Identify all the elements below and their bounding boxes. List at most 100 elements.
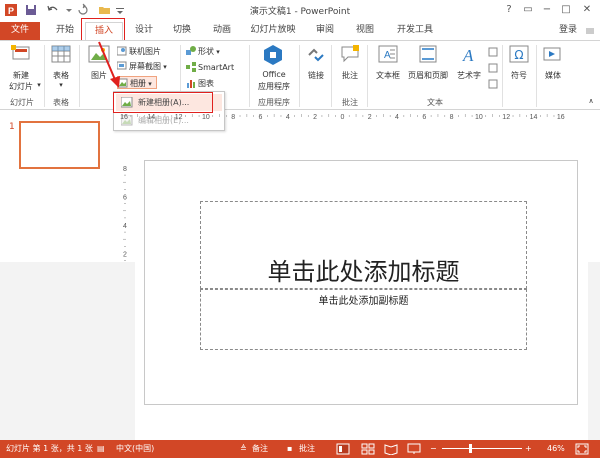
ruler-label: 8 bbox=[123, 166, 127, 173]
table-label[interactable]: 表格 bbox=[48, 70, 74, 81]
slide-canvas[interactable]: 单击此处添加标题 单击此处添加副标题 bbox=[144, 160, 578, 405]
office-apps-label-1[interactable]: Office bbox=[253, 70, 295, 79]
comments-button[interactable]: 批注 bbox=[299, 440, 315, 458]
account-icon bbox=[586, 28, 594, 34]
group-separator bbox=[79, 45, 80, 107]
zoom-in-button[interactable]: + bbox=[525, 440, 532, 458]
title-placeholder-text: 单击此处添加标题 bbox=[267, 258, 460, 286]
zoom-slider-thumb[interactable] bbox=[469, 444, 472, 453]
tab-file[interactable]: 文件 bbox=[0, 22, 40, 40]
media-icon[interactable] bbox=[543, 45, 563, 63]
media-label[interactable]: 媒体 bbox=[539, 70, 567, 81]
ruler-label: 14 bbox=[147, 114, 155, 121]
tab-slideshow[interactable]: 幻灯片放映 bbox=[244, 22, 302, 40]
album-label: 相册 bbox=[130, 79, 146, 88]
group-apps-label: 应用程序 bbox=[258, 98, 290, 107]
wordart-label[interactable]: 艺术字 bbox=[452, 70, 486, 81]
symbol-icon[interactable]: Ω bbox=[509, 45, 529, 63]
group-text-label: 文本 bbox=[427, 98, 443, 107]
office-apps-icon[interactable] bbox=[263, 44, 283, 66]
group-separator bbox=[44, 45, 45, 107]
tab-design[interactable]: 设计 bbox=[129, 22, 159, 40]
fit-to-window-icon[interactable] bbox=[575, 443, 589, 455]
thumbnail-pane-background bbox=[0, 262, 135, 440]
shapes-button[interactable]: 形状 ▾ bbox=[186, 45, 220, 58]
tab-review[interactable]: 审阅 bbox=[309, 22, 341, 40]
smartart-label: SmartArt bbox=[198, 63, 235, 72]
table-arrow[interactable]: ▾ bbox=[48, 81, 74, 89]
comment-label[interactable]: 批注 bbox=[336, 70, 364, 81]
shapes-icon bbox=[186, 46, 196, 55]
textbox-icon[interactable]: A bbox=[378, 45, 398, 63]
notes-icon[interactable]: ≜ bbox=[240, 440, 247, 458]
slide-sorter-icon[interactable] bbox=[361, 443, 375, 455]
new-slide-arrow[interactable]: ▾ bbox=[36, 81, 42, 89]
tab-insert[interactable]: 插入 bbox=[85, 22, 123, 40]
wordart-icon[interactable]: A bbox=[460, 45, 480, 63]
tab-developer[interactable]: 开发工具 bbox=[390, 22, 440, 40]
ribbon-display-options-icon[interactable]: ▭ bbox=[519, 2, 537, 17]
new-slide-label-1[interactable]: 新建 bbox=[4, 70, 38, 81]
textbox-label[interactable]: 文本框 bbox=[372, 70, 404, 81]
subtitle-placeholder[interactable]: 单击此处添加副标题 bbox=[200, 289, 527, 350]
ruler-label: 2 bbox=[313, 114, 317, 121]
header-footer-label[interactable]: 页眉和页脚 bbox=[404, 70, 452, 81]
title-bar: P 演示文稿1 - PowerPoint ? ▭ − □ ✕ bbox=[0, 0, 600, 20]
tab-animations[interactable]: 动画 bbox=[205, 22, 239, 40]
group-separator bbox=[299, 45, 300, 107]
normal-view-icon[interactable] bbox=[336, 443, 350, 455]
group-separator bbox=[502, 45, 503, 107]
ruler-label: 12 bbox=[175, 114, 183, 121]
ruler-label: 16 bbox=[557, 114, 565, 121]
table-icon[interactable] bbox=[51, 45, 71, 63]
slide-info: 幻灯片 第 1 张，共 1 张 bbox=[6, 444, 93, 453]
login-link[interactable]: 登录 bbox=[553, 22, 583, 40]
zoom-level[interactable]: 46% bbox=[547, 440, 565, 458]
tab-transitions[interactable]: 切换 bbox=[165, 22, 199, 40]
text-small-buttons-icon[interactable] bbox=[488, 46, 498, 94]
ruler-label: 16 bbox=[120, 114, 128, 121]
ruler-label: 10 bbox=[202, 114, 210, 121]
ruler-label: 6 bbox=[422, 114, 426, 121]
chart-label: 图表 bbox=[198, 79, 214, 88]
slide-thumbnail[interactable] bbox=[19, 121, 100, 169]
comments-icon[interactable]: ▪ bbox=[287, 440, 292, 458]
group-comments-label: 批注 bbox=[342, 98, 358, 107]
slideshow-icon[interactable] bbox=[407, 443, 421, 455]
ruler-label: 2 bbox=[123, 252, 127, 259]
collapse-ribbon-icon[interactable]: ∧ bbox=[586, 97, 596, 105]
symbol-label[interactable]: 符号 bbox=[505, 70, 533, 81]
zoom-out-button[interactable]: − bbox=[430, 440, 437, 458]
ruler-label: 4 bbox=[395, 114, 399, 121]
close-button[interactable]: ✕ bbox=[578, 2, 596, 17]
svg-text:Ω: Ω bbox=[514, 48, 523, 62]
comment-icon[interactable] bbox=[340, 45, 360, 63]
office-apps-label-2[interactable]: 应用程序 bbox=[253, 81, 295, 92]
tab-home[interactable]: 开始 bbox=[50, 22, 80, 40]
zoom-slider-track[interactable] bbox=[442, 448, 522, 449]
proofing-icon[interactable]: ▤ bbox=[97, 440, 105, 458]
ruler-label: 4 bbox=[123, 223, 127, 230]
minimize-button[interactable]: − bbox=[538, 2, 556, 17]
ruler-label: 6 bbox=[123, 195, 127, 202]
smartart-button[interactable]: SmartArt bbox=[186, 61, 234, 74]
new-slide-label-2[interactable]: 幻灯片 bbox=[4, 81, 38, 92]
ruler-label: 12 bbox=[502, 114, 510, 121]
link-icon[interactable] bbox=[306, 45, 326, 63]
ruler-label: 8 bbox=[450, 114, 454, 121]
group-separator bbox=[331, 45, 332, 107]
shapes-label: 形状 bbox=[198, 47, 214, 56]
chart-button[interactable]: 图表 bbox=[186, 77, 214, 90]
language-indicator[interactable]: 中文(中国) bbox=[116, 440, 154, 458]
reading-view-icon[interactable] bbox=[384, 443, 398, 455]
ruler-label: 14 bbox=[530, 114, 538, 121]
notes-button[interactable]: 备注 bbox=[252, 440, 268, 458]
restore-button[interactable]: □ bbox=[557, 2, 575, 17]
group-slides-label: 幻灯片 bbox=[10, 98, 34, 107]
help-button[interactable]: ? bbox=[500, 2, 518, 17]
link-label[interactable]: 链接 bbox=[302, 70, 330, 81]
header-footer-icon[interactable] bbox=[418, 45, 438, 63]
tab-view[interactable]: 视图 bbox=[350, 22, 380, 40]
new-slide-icon[interactable] bbox=[10, 44, 32, 66]
title-placeholder[interactable]: 单击此处添加标题 bbox=[200, 201, 527, 289]
